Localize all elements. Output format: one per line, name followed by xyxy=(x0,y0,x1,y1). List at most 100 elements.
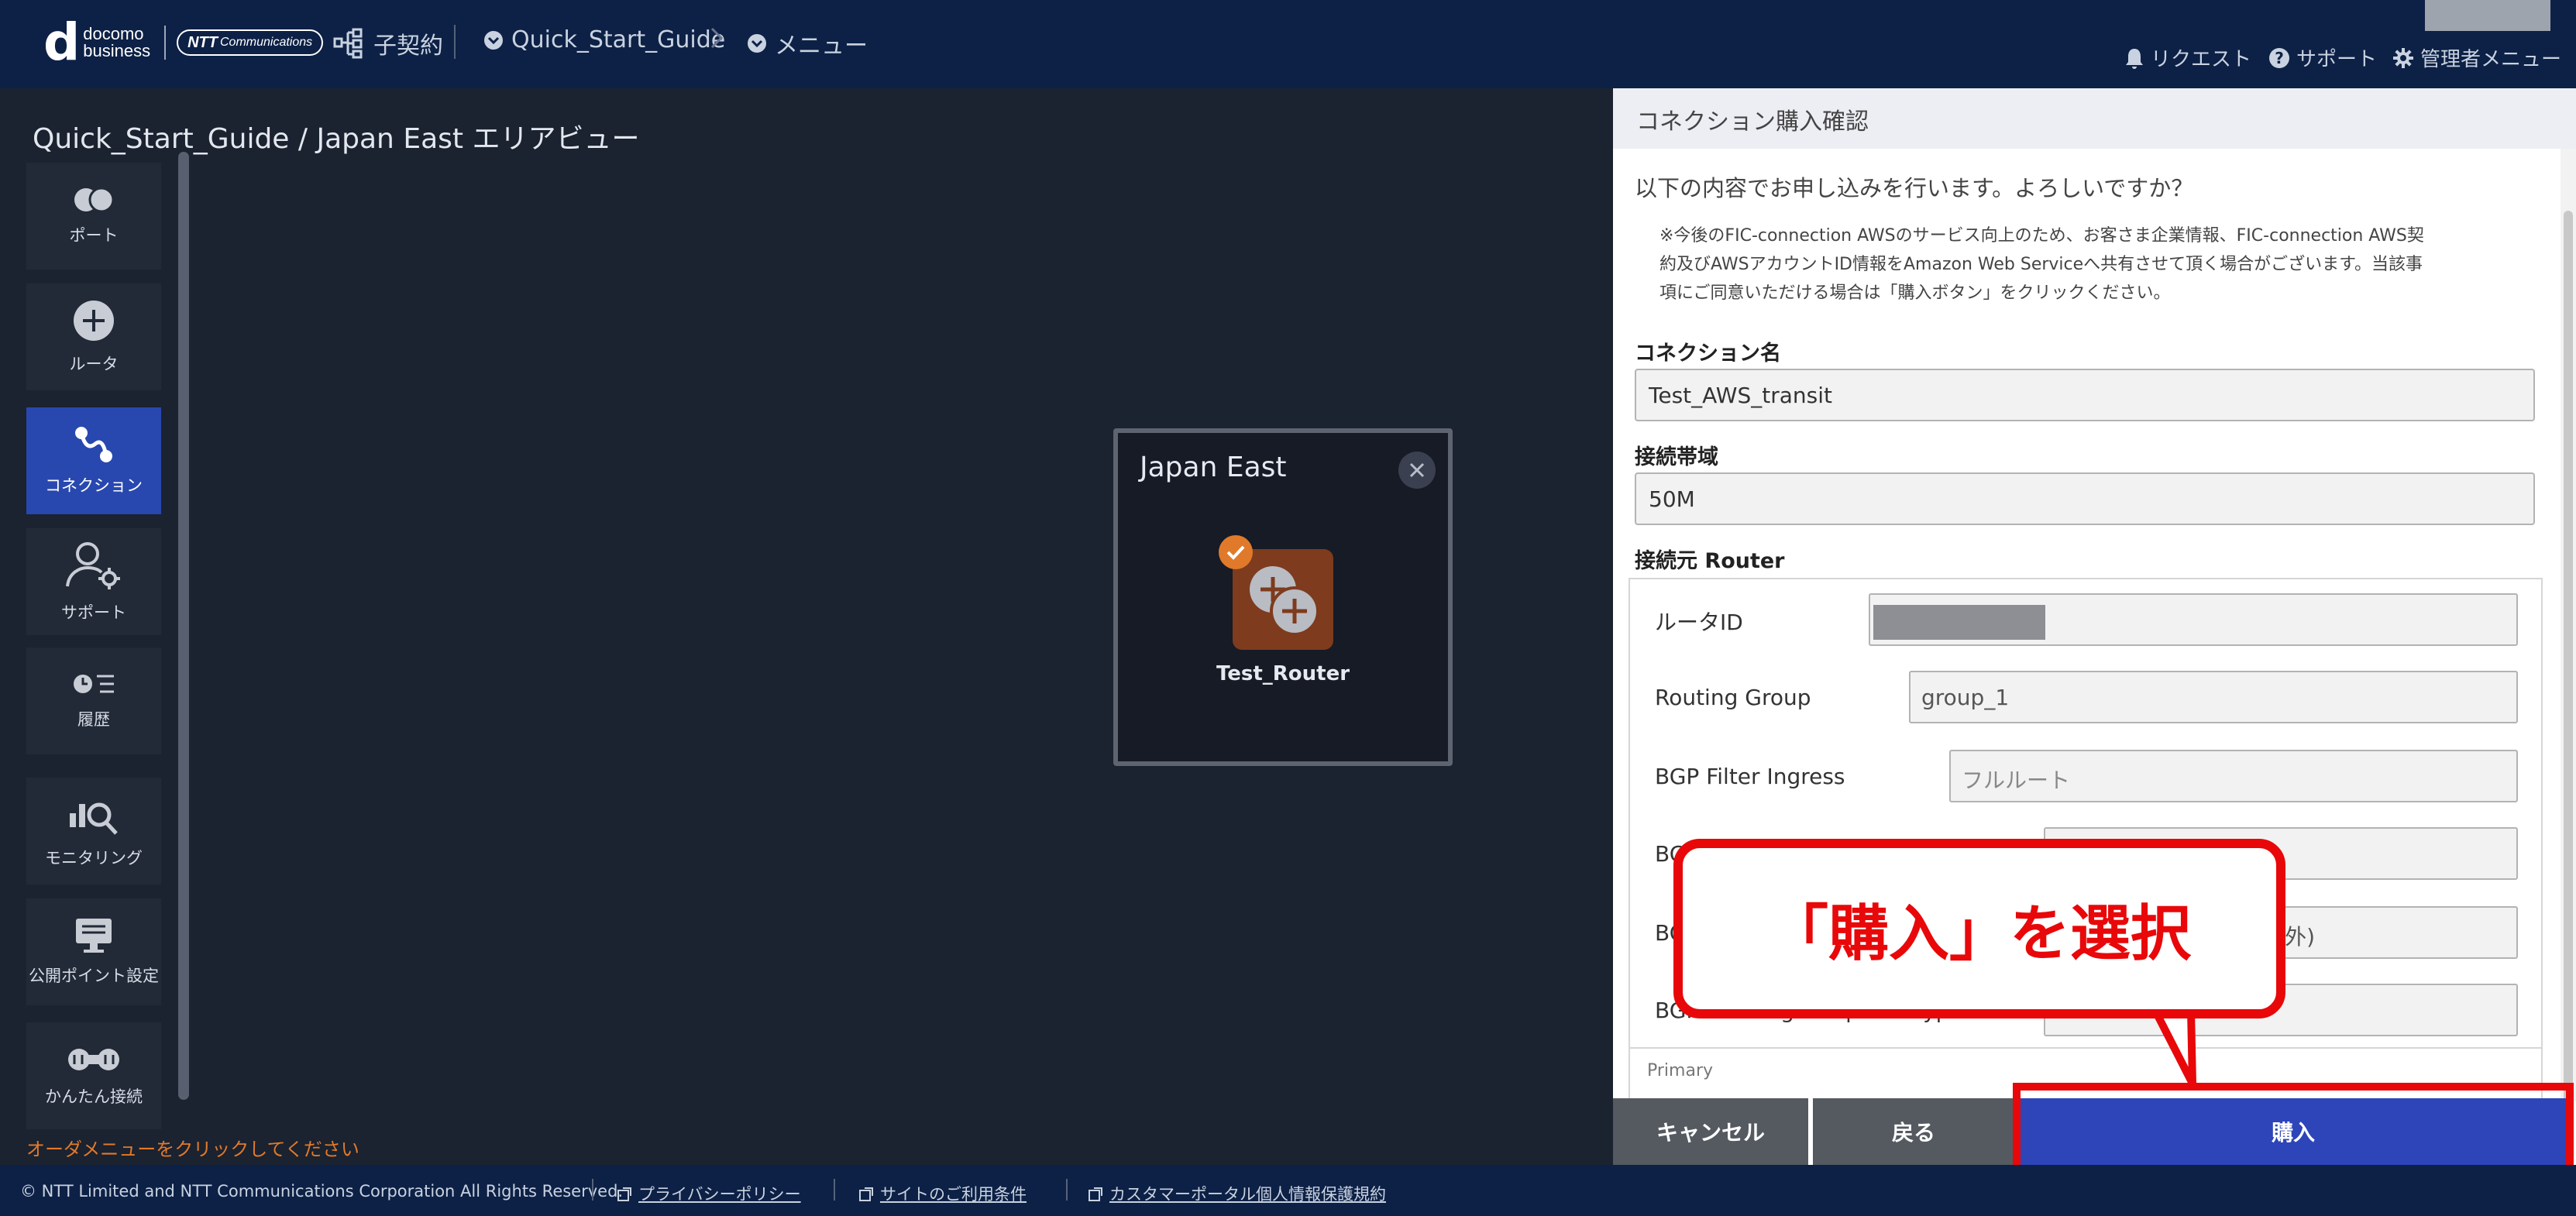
portal-privacy-link[interactable]: カスタマーポータル個人情報保護規約 xyxy=(1088,1182,1386,1205)
sidebar-item-label: コネクション xyxy=(45,476,143,495)
monitoring-icon xyxy=(70,802,118,835)
source-router-label: 接続元 Router xyxy=(1635,549,1785,573)
sidebar-item-connection[interactable]: コネクション xyxy=(26,407,161,514)
user-settings-icon xyxy=(66,542,120,589)
sidebar-item-label: 履歴 xyxy=(77,710,110,729)
checkmark-icon xyxy=(1219,535,1253,569)
help-circle-icon: ? xyxy=(2269,47,2289,68)
page-title: Quick_Start_Guide / Japan East エリアビュー xyxy=(33,123,640,155)
menu-label: メニュー xyxy=(775,33,868,60)
sidebar-scrollbar[interactable] xyxy=(178,152,189,1100)
bgp-ingress-field: フルルート xyxy=(1949,750,2518,802)
admin-menu-label: 管理者メニュー xyxy=(2420,48,2562,71)
logo-docomo-text: docomo xyxy=(83,24,144,43)
sidebar-item-monitoring[interactable]: モニタリング xyxy=(26,778,161,885)
area-card[interactable]: Japan East Test_Router xyxy=(1113,428,1453,766)
contract-label: 子契約 xyxy=(373,33,443,60)
support-label: サポート xyxy=(2296,48,2378,71)
ntt-logo-subtext: Communications xyxy=(219,36,313,49)
callout-pointer xyxy=(2154,1009,2200,1087)
panel-title: コネクション購入確認 xyxy=(1613,88,2576,149)
logo-divider xyxy=(164,26,167,60)
logo-business-text: business xyxy=(83,41,151,60)
breadcrumb-separator xyxy=(710,26,731,50)
project-name: Quick_Start_Guide xyxy=(511,26,726,53)
close-glyph xyxy=(1409,462,1425,478)
bandwidth-label: 接続帯域 xyxy=(1635,445,1718,469)
close-icon[interactable] xyxy=(1398,452,1436,489)
sidebar-item-label: モニタリング xyxy=(45,849,143,867)
terms-link[interactable]: サイトのご利用条件 xyxy=(858,1182,1027,1205)
breadcrumb-menu[interactable]: メニュー xyxy=(747,26,868,60)
routing-group-label: Routing Group xyxy=(1655,685,1811,710)
cancel-button[interactable]: キャンセル xyxy=(1613,1098,1808,1165)
chevron-right-icon xyxy=(710,27,724,49)
support-link[interactable]: ? サポート xyxy=(2268,43,2377,72)
sidebar-item-port[interactable]: ポート xyxy=(26,163,161,270)
sidebar-item-support[interactable]: サポート xyxy=(26,528,161,635)
sidebar-item-label: ポート xyxy=(69,226,119,245)
back-button[interactable]: 戻る xyxy=(1813,1098,2014,1165)
logo-text: docomo business xyxy=(80,26,150,60)
external-link-icon xyxy=(617,1187,631,1201)
router-icon xyxy=(74,301,114,341)
sidebar-item-router[interactable]: ルータ xyxy=(26,283,161,390)
chevron-circle-icon xyxy=(484,30,503,50)
chevron-circle-icon xyxy=(748,34,766,53)
monitor-icon xyxy=(76,919,112,953)
privacy-link[interactable]: プライバシーポリシー xyxy=(617,1182,801,1205)
footer-divider xyxy=(592,1179,593,1201)
terms-link-text: サイトのご利用条件 xyxy=(880,1185,1027,1204)
router-name: Test_Router xyxy=(1216,662,1350,685)
hierarchy-icon xyxy=(333,28,363,59)
aws-sharing-note: ※今後のFIC-connection AWSのサービス向上のため、お客さま企業情… xyxy=(1659,222,2574,307)
header-divider xyxy=(454,25,456,59)
instruction-callout: 「購入」を選択 xyxy=(1673,839,2285,1018)
svg-text:?: ? xyxy=(2275,49,2284,67)
sidebar-item-label: サポート xyxy=(61,603,126,622)
sidebar-item-public-point[interactable]: 公開ポイント設定 xyxy=(26,898,161,1005)
user-avatar[interactable] xyxy=(2425,0,2550,31)
bandwidth-field: 50M xyxy=(1635,472,2535,525)
footer: © NTT Limited and NTT Communications Cor… xyxy=(0,1165,2576,1216)
note-line: ※今後のFIC-connection AWSのサービス向上のため、お客さま企業情… xyxy=(1659,226,2424,246)
routing-group-field: group_1 xyxy=(1909,671,2518,723)
external-link-icon xyxy=(859,1187,873,1201)
top-header: d docomo business NTT Communications 子契約… xyxy=(0,0,2576,88)
router-id-label: ルータID xyxy=(1655,610,1743,635)
request-link[interactable]: リクエスト xyxy=(2124,43,2251,72)
plug-connect-icon xyxy=(68,1049,119,1070)
connection-icon xyxy=(75,427,112,462)
confirm-question: 以下の内容でお申し込みを行います。よろしいですか？ xyxy=(1635,175,2194,201)
order-hint: オーダメニューをクリックしてください xyxy=(26,1139,359,1160)
sidebar-item-label: 公開ポイント設定 xyxy=(29,967,159,985)
area-title: Japan East xyxy=(1140,452,1287,483)
sidebar-item-label: かんたん接続 xyxy=(45,1087,143,1106)
breadcrumb-project[interactable]: Quick_Start_Guide xyxy=(483,26,725,53)
copyright: © NTT Limited and NTT Communications Cor… xyxy=(20,1182,624,1201)
footer-divider xyxy=(1066,1179,1068,1201)
docomo-business-logo[interactable]: d docomo business NTT Communications xyxy=(43,12,324,72)
external-link-icon xyxy=(1089,1187,1102,1201)
history-icon xyxy=(74,675,114,693)
request-label: リクエスト xyxy=(2151,48,2252,71)
connection-name-label: コネクション名 xyxy=(1635,342,1781,366)
bgp-ingress-label: BGP Filter Ingress xyxy=(1655,764,1845,789)
note-line: 項にご同意いただける場合は「購入ボタン」をクリックください。 xyxy=(1659,283,2171,303)
port-icon xyxy=(74,187,115,213)
bell-icon xyxy=(2126,48,2143,69)
ntt-logo-text: NTT xyxy=(187,33,218,51)
footer-divider xyxy=(834,1179,835,1201)
sidebar-item-history[interactable]: 履歴 xyxy=(26,648,161,754)
sidebar-item-label: ルータ xyxy=(69,355,119,373)
admin-menu-link[interactable]: 管理者メニュー xyxy=(2392,43,2561,72)
sidebar-item-easy-connect[interactable]: かんたん接続 xyxy=(26,1022,161,1129)
ntt-logo: NTT Communications xyxy=(177,29,324,56)
contract-switcher[interactable]: 子契約 xyxy=(333,26,443,60)
logo-d-mark: d xyxy=(43,12,81,72)
connection-name-field: Test_AWS_transit xyxy=(1635,369,2535,421)
note-line: 約及びAWSアカウントID情報をAmazon Web Serviceへ共有させて… xyxy=(1659,255,2423,274)
panel-scrollbar-thumb[interactable] xyxy=(2564,211,2573,1109)
redacted-router-id xyxy=(1873,605,2045,640)
gear-icon xyxy=(2393,47,2413,68)
